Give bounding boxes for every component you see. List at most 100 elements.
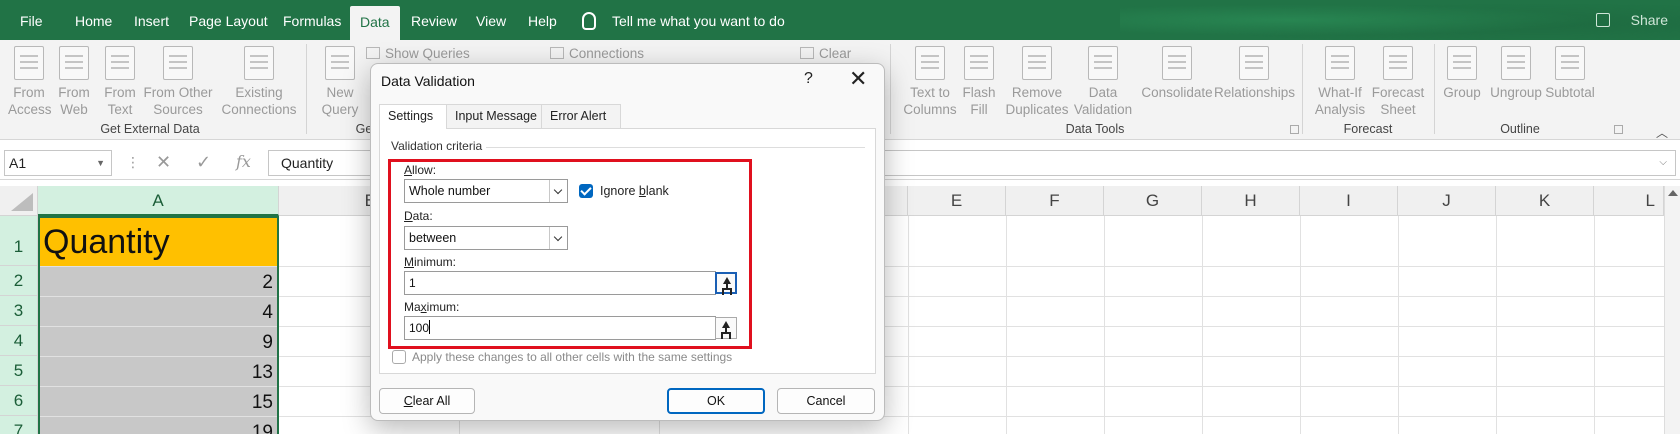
subtotal-icon (1555, 46, 1585, 80)
cell-a1[interactable]: Quantity (39, 217, 277, 266)
help-icon[interactable]: ? (804, 70, 813, 88)
outline-launcher-icon[interactable] (1614, 125, 1623, 134)
row-header-7[interactable]: 7 (0, 416, 38, 434)
consolidate-icon (1162, 46, 1192, 80)
data-tools-launcher-icon[interactable] (1290, 125, 1299, 134)
column-header-g[interactable]: G (1104, 186, 1202, 216)
grid-line (1398, 216, 1399, 434)
cell-a5[interactable]: 13 (39, 357, 277, 386)
tab-home[interactable]: Home (75, 0, 112, 40)
row-header-6[interactable]: 6 (0, 386, 38, 416)
cancel-button[interactable]: Cancel (777, 388, 875, 414)
share-icon[interactable] (1596, 13, 1610, 27)
select-all-button[interactable] (0, 186, 38, 216)
flash-fill-button[interactable]: Flash Fill (962, 44, 996, 118)
fieldset-divider (460, 147, 865, 148)
new-query-button[interactable]: New Query (320, 44, 360, 118)
connections-button[interactable]: Connections (550, 46, 644, 61)
relationships-button[interactable]: Relationships (1214, 44, 1295, 101)
tab-input-message[interactable]: Input Message (446, 104, 542, 128)
enter-icon[interactable]: ✓ (196, 152, 211, 173)
row-header-1[interactable]: 1 (0, 216, 38, 266)
data-validation-icon (1088, 46, 1118, 80)
other-sources-icon (163, 46, 193, 80)
group-separator (1302, 44, 1303, 134)
clear-filter-button[interactable]: Clear (800, 46, 851, 61)
vertical-scrollbar[interactable] (1664, 186, 1680, 434)
from-text-button[interactable]: From Text (102, 44, 138, 118)
row-header-3[interactable]: 3 (0, 296, 38, 326)
ok-button[interactable]: OK (667, 388, 765, 414)
flash-fill-icon (964, 46, 994, 80)
what-if-analysis-button[interactable]: What-If Analysis (1310, 44, 1370, 118)
show-queries-button[interactable]: Show Queries (366, 46, 470, 61)
forecast-sheet-button[interactable]: Forecast Sheet (1370, 44, 1426, 118)
row-header-5[interactable]: 5 (0, 356, 38, 386)
share-button[interactable]: Share (1631, 12, 1668, 28)
tab-help[interactable]: Help (528, 0, 557, 40)
cancel-icon[interactable]: ✕ (156, 152, 171, 173)
show-queries-icon (366, 47, 380, 59)
from-other-sources-button[interactable]: From Other Sources (143, 44, 213, 118)
collapse-ribbon-icon[interactable]: ︿ (1656, 124, 1668, 141)
group-label-forecast: Forecast (1343, 122, 1393, 136)
tab-review[interactable]: Review (411, 0, 457, 40)
column-header-f[interactable]: F (1006, 186, 1104, 216)
tab-view[interactable]: View (476, 0, 506, 40)
web-icon (59, 46, 89, 80)
existing-connections-button[interactable]: Existing Connections (220, 44, 298, 118)
access-icon (14, 46, 44, 80)
group-label-get-external-data: Get External Data (100, 122, 200, 136)
row-header-2[interactable]: 2 (0, 266, 38, 296)
cell-a3[interactable]: 4 (39, 297, 277, 326)
expand-formula-bar-icon[interactable]: ⌵ (1659, 151, 1667, 175)
cell-a2[interactable]: 2 (39, 267, 277, 296)
cell-a6[interactable]: 15 (39, 387, 277, 416)
what-if-icon (1325, 46, 1355, 80)
scroll-up-icon[interactable] (1668, 190, 1678, 196)
apply-all-checkbox[interactable] (392, 350, 406, 364)
group-button[interactable]: Group (1440, 44, 1484, 101)
tab-page-layout[interactable]: Page Layout (189, 0, 268, 40)
subtotal-button[interactable]: Subtotal (1540, 44, 1600, 101)
connections-small-icon (550, 47, 564, 59)
group-separator (890, 44, 891, 134)
chevron-down-icon[interactable]: ▼ (96, 151, 105, 175)
tab-settings[interactable]: Settings (379, 104, 447, 129)
tab-error-alert[interactable]: Error Alert (541, 104, 621, 128)
cell-a4[interactable]: 9 (39, 327, 277, 356)
apply-all-label[interactable]: Apply these changes to all other cells w… (412, 350, 732, 364)
row-header-4[interactable]: 4 (0, 326, 38, 356)
tab-file[interactable]: File (20, 0, 43, 40)
from-web-button[interactable]: From Web (56, 44, 92, 118)
remove-duplicates-button[interactable]: Remove Duplicates (1002, 44, 1072, 118)
column-header-l[interactable]: L (1594, 186, 1664, 216)
ungroup-button[interactable]: Ungroup (1488, 44, 1544, 101)
column-header-e[interactable]: E (908, 186, 1006, 216)
from-access-button[interactable]: From Access (8, 44, 52, 118)
column-header-a[interactable]: A (38, 186, 279, 216)
tell-me-search[interactable]: Tell me what you want to do (612, 0, 785, 40)
insert-function-icon[interactable]: fx (236, 152, 251, 171)
text-to-columns-icon (915, 46, 945, 80)
ribbon-tab-bar: File Home Insert Page Layout Formulas Da… (0, 0, 1680, 40)
tab-formulas[interactable]: Formulas (283, 0, 341, 40)
tab-data[interactable]: Data (350, 6, 400, 40)
connections-icon (244, 46, 274, 80)
consolidate-button[interactable]: Consolidate (1140, 44, 1214, 101)
ungroup-icon (1501, 46, 1531, 80)
text-to-columns-button[interactable]: Text to Columns (900, 44, 960, 118)
column-header-k[interactable]: K (1496, 186, 1594, 216)
column-header-i[interactable]: I (1300, 186, 1398, 216)
tab-insert[interactable]: Insert (134, 0, 169, 40)
name-box[interactable]: A1 ▼ (4, 150, 112, 176)
dialog-title: Data Validation (381, 73, 475, 89)
close-icon[interactable]: ✕ (849, 66, 867, 92)
clear-all-button[interactable]: Clear All (379, 388, 475, 414)
data-validation-button[interactable]: Data Validation (1068, 44, 1138, 118)
group-label-data-tools: Data Tools (1065, 122, 1125, 136)
column-header-h[interactable]: H (1202, 186, 1300, 216)
column-header-j[interactable]: J (1398, 186, 1496, 216)
cell-a7[interactable]: 19 (39, 417, 277, 434)
grid-line (908, 216, 909, 434)
